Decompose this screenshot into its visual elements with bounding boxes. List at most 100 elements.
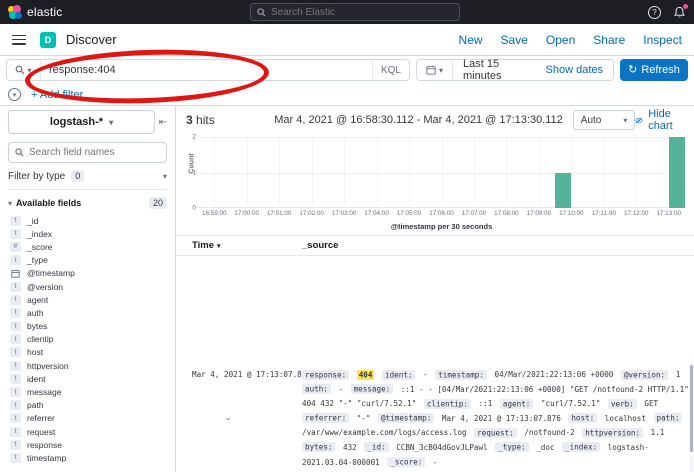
field-item-referrer[interactable]: treferrer <box>10 412 167 425</box>
available-fields-header[interactable]: ▾ Available fields 20 <box>0 190 175 213</box>
field-search[interactable] <box>8 142 167 163</box>
scrollbar-thumb[interactable] <box>690 365 693 452</box>
saved-query-menu-button[interactable]: ▾ <box>7 60 41 80</box>
query-input-control[interactable]: ▾ response:404 KQL <box>6 59 410 81</box>
interval-value: Auto <box>581 115 602 126</box>
field-name: path <box>27 400 44 410</box>
field-badge: @timestamp: <box>378 413 434 423</box>
field-item-timestamp[interactable]: @timestamp <box>10 267 167 280</box>
nav-action-new[interactable]: New <box>459 33 483 47</box>
newsfeed-icon[interactable] <box>673 6 686 19</box>
field-name: request <box>27 427 55 437</box>
query-input[interactable]: response:404 <box>41 64 372 76</box>
text-field-icon: t <box>10 387 21 397</box>
field-item-clientip[interactable]: t clientip <box>10 333 167 346</box>
interval-select[interactable]: Auto ▾ <box>573 110 636 130</box>
field-item-score[interactable]: #_score <box>10 240 167 253</box>
text-field-icon: t <box>10 334 21 344</box>
doc-table-header: Time ▾ _source <box>176 235 694 256</box>
field-item-agent[interactable]: tagent <box>10 293 167 306</box>
field-item-host[interactable]: thost <box>10 346 167 359</box>
field-badge: agent: <box>500 399 533 409</box>
hide-chart-button[interactable]: Hide chart <box>635 108 684 132</box>
gridline <box>506 137 507 208</box>
scrollbar[interactable] <box>689 363 694 472</box>
field-value: 04/Mar/2021:22:13:06 +0000 <box>495 370 614 379</box>
field-name: clientip <box>27 334 53 344</box>
field-item-ident[interactable]: tident <box>10 372 167 385</box>
field-badge: _index: <box>562 442 600 452</box>
index-pattern-selector[interactable]: logstash-* ▾ <box>8 110 155 134</box>
elastic-logo[interactable]: elastic <box>8 5 62 19</box>
global-search[interactable] <box>250 3 460 21</box>
chevron-down-icon: ▾ <box>109 118 113 127</box>
gridline <box>377 137 378 208</box>
nav-action-inspect[interactable]: Inspect <box>643 33 682 47</box>
field-value: "-" <box>357 414 371 423</box>
eye-slash-icon <box>635 116 643 125</box>
filter-by-type-label: Filter by type <box>8 171 65 182</box>
field-item-timestamp[interactable]: ttimestamp <box>10 451 167 464</box>
field-name: _index <box>27 229 52 239</box>
expand-row-icon[interactable]: › <box>176 411 235 427</box>
calendar-field-icon <box>10 268 21 278</box>
y-tick-label: 0 <box>186 205 196 212</box>
x-tick-label: 17:01:00 <box>267 210 292 217</box>
field-item-message[interactable]: tmessage <box>10 385 167 398</box>
x-tick-label: 17:00:00 <box>234 210 259 217</box>
discover-app-badge[interactable]: D <box>40 32 56 48</box>
field-value: - <box>423 370 428 379</box>
add-filter-button[interactable]: + Add filter <box>31 89 83 101</box>
chevron-down-icon: ▾ <box>8 199 12 208</box>
text-field-icon: t <box>10 400 21 410</box>
field-item-type[interactable]: t_type <box>10 254 167 267</box>
text-field-icon: t <box>10 347 21 357</box>
refresh-button[interactable]: ↻ Refresh <box>620 59 688 81</box>
chevron-down-icon: ▾ <box>623 116 627 125</box>
filter-by-type[interactable]: Filter by type 0 ▾ <box>8 170 167 190</box>
query-language-button[interactable]: KQL <box>372 60 409 80</box>
field-item-index[interactable]: t_index <box>10 227 167 240</box>
field-badge: path: <box>654 413 683 423</box>
nav-action-share[interactable]: Share <box>593 33 625 47</box>
chart-plot-area: 012 <box>198 137 685 208</box>
field-badge: _score: <box>387 457 425 467</box>
elastic-logo-icon <box>8 5 22 19</box>
gridline <box>636 137 637 208</box>
gridline <box>247 137 248 208</box>
time-column-header[interactable]: Time ▾ <box>192 240 302 251</box>
histogram-bar-17:09:30[interactable] <box>555 173 571 209</box>
page-title: Discover <box>66 32 117 47</box>
field-item-id[interactable]: t_id <box>10 214 167 227</box>
nav-action-open[interactable]: Open <box>546 33 575 47</box>
field-item-auth[interactable]: tauth <box>10 306 167 319</box>
menu-icon[interactable] <box>12 35 26 45</box>
nav-action-save[interactable]: Save <box>501 33 528 47</box>
field-item-request[interactable]: trequest <box>10 425 167 438</box>
field-value: - <box>338 385 343 394</box>
gridline <box>312 137 313 208</box>
field-item-httpversion[interactable]: thttpversion <box>10 359 167 372</box>
field-item-path[interactable]: tpath <box>10 399 167 412</box>
collapse-sidebar-icon[interactable]: ⇤ <box>155 117 171 128</box>
text-field-icon: t <box>10 453 21 463</box>
field-search-input[interactable] <box>29 147 149 158</box>
text-field-icon: t <box>10 361 21 371</box>
field-item-bytes[interactable]: tbytes <box>10 320 167 333</box>
field-name: _score <box>27 242 53 252</box>
histogram-bar-17:13:00[interactable] <box>669 137 685 208</box>
field-badge: ident: <box>382 370 415 380</box>
global-search-input[interactable] <box>271 7 431 18</box>
histogram-chart: Count 012 16:59:0017:00:0017:01:0017:02:… <box>176 134 694 235</box>
sort-desc-icon[interactable]: ▾ <box>217 242 221 250</box>
time-range-value[interactable]: Last 15 minutes <box>453 58 536 82</box>
show-dates-button[interactable]: Show dates <box>536 64 613 76</box>
field-badge: clientip: <box>424 399 471 409</box>
date-quick-select-button[interactable]: ▾ <box>417 60 453 80</box>
field-item-response[interactable]: tresponse <box>10 438 167 451</box>
filter-options-icon[interactable]: ▾ <box>8 88 21 101</box>
help-icon[interactable]: ? <box>648 6 661 19</box>
field-item-version[interactable]: t@version <box>10 280 167 293</box>
chart-time-range-title: Mar 4, 2021 @ 16:58:30.112 - Mar 4, 2021… <box>274 114 563 126</box>
field-badge: referrer: <box>302 413 349 423</box>
